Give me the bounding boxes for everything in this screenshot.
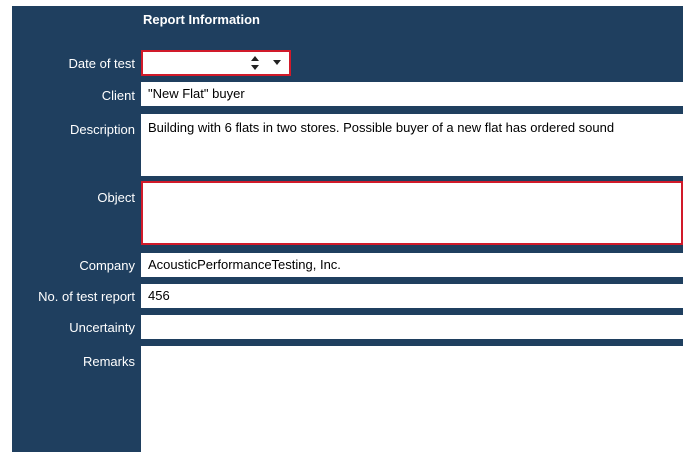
description-label: Description — [69, 122, 135, 137]
description-field[interactable]: Building with 6 flats in two stores. Pos… — [141, 114, 683, 176]
company-label: Company — [79, 258, 135, 273]
test-report-no-field[interactable]: 456 — [141, 284, 683, 308]
section-title: Report Information — [143, 12, 260, 27]
test-report-no-label: No. of test report — [38, 289, 135, 304]
date-of-test-field[interactable] — [141, 50, 291, 76]
object-field[interactable] — [141, 181, 683, 245]
date-of-test-label: Date of test — [68, 56, 135, 71]
client-value: "New Flat" buyer — [148, 86, 245, 101]
test-report-no-value: 456 — [148, 288, 170, 303]
remarks-field[interactable] — [141, 346, 683, 452]
description-value: Building with 6 flats in two stores. Pos… — [148, 120, 615, 135]
chevron-down-icon[interactable] — [273, 60, 281, 65]
uncertainty-label: Uncertainty — [69, 320, 135, 335]
object-label: Object — [97, 190, 135, 205]
up-down-arrows-icon[interactable] — [249, 55, 261, 71]
company-value: AcousticPerformanceTesting, Inc. — [148, 257, 341, 272]
company-field[interactable]: AcousticPerformanceTesting, Inc. — [141, 253, 683, 277]
remarks-label: Remarks — [82, 354, 135, 369]
client-label: Client — [101, 88, 135, 103]
client-field[interactable]: "New Flat" buyer — [141, 82, 683, 106]
uncertainty-field[interactable] — [141, 315, 683, 339]
